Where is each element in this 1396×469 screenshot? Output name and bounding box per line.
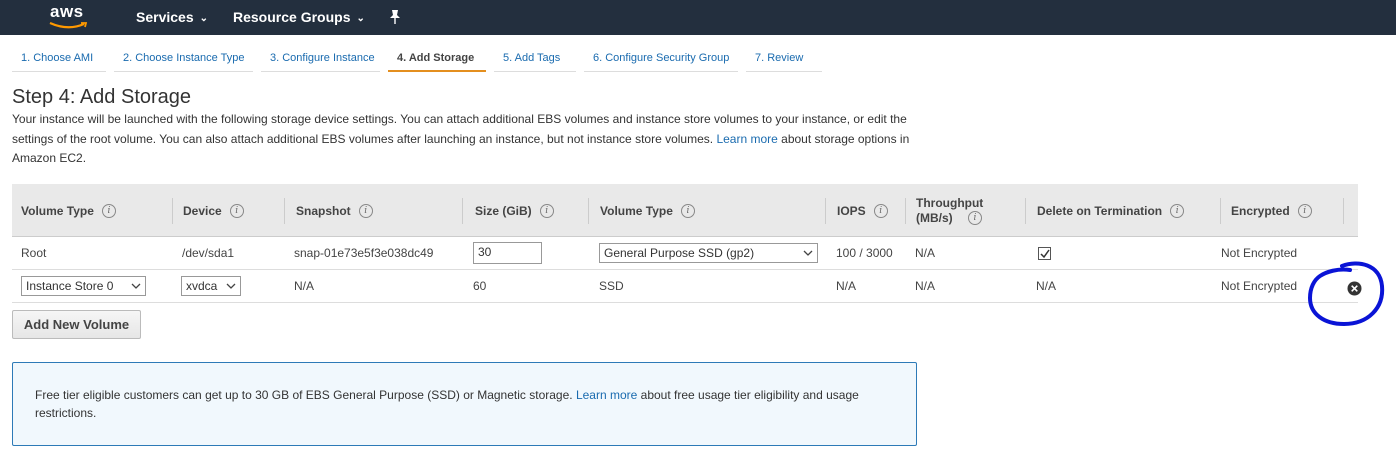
device-value: xvdca [186,279,218,293]
info-icon[interactable]: i [873,203,888,218]
header-throughput: Throughput (MB/s) i [916,184,1026,237]
header-label: Size (GiB) [475,203,532,218]
checkbox-checked-icon [1040,249,1050,258]
info-icon[interactable]: i [680,203,695,218]
services-menu[interactable]: Services ⌄ [136,9,208,25]
header-iops: IOPS i [837,184,906,237]
header-encrypted: Encrypted i [1231,184,1344,237]
tab-add-tags[interactable]: 5. Add Tags [494,46,576,72]
cell-volume-type: Root [21,246,47,260]
cell-encrypted: Not Encrypted [1221,279,1298,293]
info-icon[interactable]: i [229,203,244,218]
header-size: Size (GiB) i [475,184,589,237]
cell-iops: 100 / 3000 [836,246,893,260]
page-description: Your instance will be launched with the … [12,110,942,169]
size-input[interactable]: 30 [473,242,542,264]
header-label: Device [183,203,222,218]
cell-delete-on-termination: N/A [1036,279,1057,293]
header-label: IOPS [837,203,866,218]
cell-iops: N/A [836,279,857,293]
page-title: Step 4: Add Storage [12,86,192,108]
aws-logo[interactable]: aws [46,2,94,32]
cell-size: 60 [473,279,487,293]
header-volume-type: Volume Type i [21,184,173,237]
cell-encrypted: Not Encrypted [1221,246,1298,260]
cell-delete-on-termination [1038,237,1051,269]
tab-configure-instance[interactable]: 3. Configure Instance [261,46,380,72]
header-label: Encrypted [1231,203,1290,218]
add-new-volume-button[interactable]: Add New Volume [12,310,141,339]
cell-size: 30 [473,237,542,269]
cell-snapshot: N/A [294,279,315,293]
instance-store-select[interactable]: Instance Store 0 [21,276,146,296]
services-label: Services [136,9,194,25]
header-label: Snapshot [296,203,351,218]
chevron-down-icon: ⌄ [356,13,365,24]
chevron-down-icon: ⌄ [199,13,208,24]
info-learn-more-link[interactable]: Learn more [576,388,637,402]
info-icon[interactable]: i [1170,203,1185,218]
cell-throughput: N/A [915,279,936,293]
chevron-down-icon [226,283,236,289]
header-snapshot: Snapshot i [296,184,463,237]
header-label: Volume Type [21,203,94,218]
pin-icon[interactable] [387,8,403,26]
header-device: Device i [183,184,285,237]
free-tier-info-box: Free tier eligible customers can get up … [12,362,917,446]
top-nav: aws Services ⌄ Resource Groups ⌄ [0,0,1396,35]
cell-device: /dev/sda1 [182,246,235,260]
logo-smile-icon [49,22,88,29]
cell-throughput: N/A [915,246,936,260]
cell-ebs-type: SSD [599,279,624,293]
annotation-circle [1307,261,1385,327]
logo-text: aws [50,2,84,21]
chevron-down-icon [131,283,141,289]
info-icon[interactable]: i [1297,203,1312,218]
storage-table: Volume Type i Device i Snapshot i Size (GiB… [12,184,1358,303]
cell-volume-type: Instance Store 0 [21,270,146,302]
device-select[interactable]: xvdca [181,276,241,296]
delete-on-termination-checkbox[interactable] [1038,246,1051,260]
wizard-tabs: 1. Choose AMI 2. Choose Instance Type 3.… [12,46,830,72]
tab-choose-ami[interactable]: 1. Choose AMI [12,46,106,72]
info-icon[interactable]: i [539,203,554,218]
volume-type-select[interactable]: General Purpose SSD (gp2) [599,243,818,263]
instance-store-value: Instance Store 0 [26,279,114,293]
header-label: Throughput (MB/s) [916,195,984,225]
table-row: Instance Store 0 xvdca N/A 60 SSD N/A N/… [12,270,1358,303]
table-header: Volume Type i Device i Snapshot i Size (GiB… [12,184,1358,237]
header-label: Volume Type [600,203,673,218]
resource-groups-label: Resource Groups [233,9,351,25]
cell-device: xvdca [181,270,241,302]
info-icon[interactable]: i [101,203,116,218]
cell-ebs-type: General Purpose SSD (gp2) [599,237,818,269]
header-label: Delete on Termination [1037,203,1163,218]
table-row: Root /dev/sda1 snap-01e73e5f3e038dc49 30… [12,237,1358,270]
tab-review[interactable]: 7. Review [746,46,822,72]
tab-configure-security-group[interactable]: 6. Configure Security Group [584,46,738,72]
learn-more-link[interactable]: Learn more [716,132,777,146]
tab-choose-instance-type[interactable]: 2. Choose Instance Type [114,46,253,72]
header-delete-on-termination: Delete on Termination i [1037,184,1221,237]
info-text: Free tier eligible customers can get up … [35,388,573,402]
cell-snapshot: snap-01e73e5f3e038dc49 [294,246,434,260]
chevron-down-icon [803,250,813,256]
info-icon[interactable]: i [358,203,373,218]
info-icon[interactable]: i [968,210,982,225]
resource-groups-menu[interactable]: Resource Groups ⌄ [233,9,365,25]
tab-add-storage[interactable]: 4. Add Storage [388,46,486,72]
header-ebs-volume-type: Volume Type i [600,184,826,237]
volume-type-value: General Purpose SSD (gp2) [604,246,755,260]
